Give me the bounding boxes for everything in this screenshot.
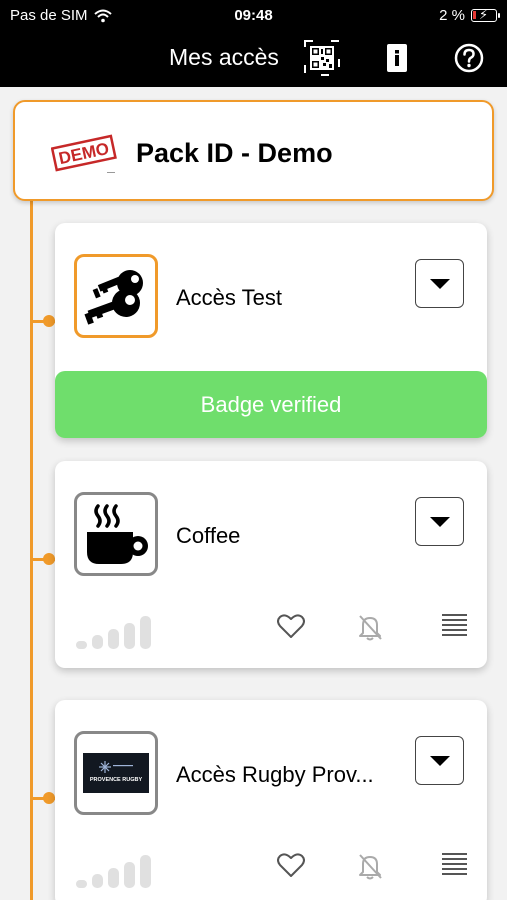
access-title: Accès Test (176, 285, 282, 310)
timeline-dot (43, 792, 55, 804)
access-card[interactable]: Coffee (55, 461, 487, 668)
coffee-icon (87, 504, 148, 564)
demo-logo: DEMO (50, 132, 117, 181)
timeline-line (30, 196, 33, 900)
signal-strength-icon (76, 855, 151, 888)
top-bar: Pas de SIM 09:48 2 % ⚡ Mes accès (0, 0, 507, 87)
access-actions (55, 609, 487, 649)
notification-off-icon[interactable] (357, 613, 383, 641)
favorite-icon[interactable] (277, 852, 305, 878)
access-title: Coffee (176, 523, 241, 548)
dropdown-button[interactable] (415, 736, 464, 785)
timeline-dot (43, 553, 55, 565)
dropdown-button[interactable] (415, 259, 464, 308)
badge-status-button[interactable]: Badge verified (55, 371, 487, 438)
access-icon-frame: PROVENCE RUGBY (74, 731, 158, 815)
menu-lines-icon[interactable] (442, 852, 467, 878)
access-title: Accès Rugby Prov... (176, 762, 374, 787)
chevron-down-icon (429, 516, 450, 527)
signal-strength-icon (76, 616, 151, 649)
pack-title: Pack ID - Demo (136, 138, 333, 168)
info-button[interactable] (379, 40, 415, 76)
qr-code-icon (304, 40, 340, 76)
access-icon-frame (74, 254, 158, 338)
dropdown-button[interactable] (415, 497, 464, 546)
access-actions (55, 848, 487, 888)
access-card[interactable]: Accès Test Badge verified (55, 223, 487, 438)
pack-card[interactable]: DEMO Pack ID - Demo (13, 100, 494, 201)
help-button[interactable] (451, 40, 487, 76)
chevron-down-icon (429, 278, 450, 289)
rugby-logo: PROVENCE RUGBY (83, 753, 149, 793)
help-icon (454, 43, 484, 73)
battery: 2 % ⚡ (439, 7, 500, 24)
key-icon (84, 270, 143, 325)
access-card[interactable]: PROVENCE RUGBY Accès Rugby Prov... (55, 700, 487, 900)
favorite-icon[interactable] (277, 613, 305, 639)
qr-code-button[interactable] (304, 40, 340, 76)
timeline-dot (43, 315, 55, 327)
info-icon (387, 44, 407, 72)
chevron-down-icon (429, 755, 450, 766)
access-icon-frame (74, 492, 158, 576)
svg-text:PROVENCE RUGBY: PROVENCE RUGBY (90, 777, 143, 783)
clock: 09:48 (234, 7, 273, 24)
battery-label: 2 % (439, 7, 465, 24)
menu-lines-icon[interactable] (442, 613, 467, 639)
notification-off-icon[interactable] (357, 852, 383, 880)
page-title: Mes accès (169, 44, 279, 70)
status-bar: Pas de SIM 09:48 2 % ⚡ (0, 0, 507, 30)
battery-icon: ⚡ (471, 7, 500, 22)
